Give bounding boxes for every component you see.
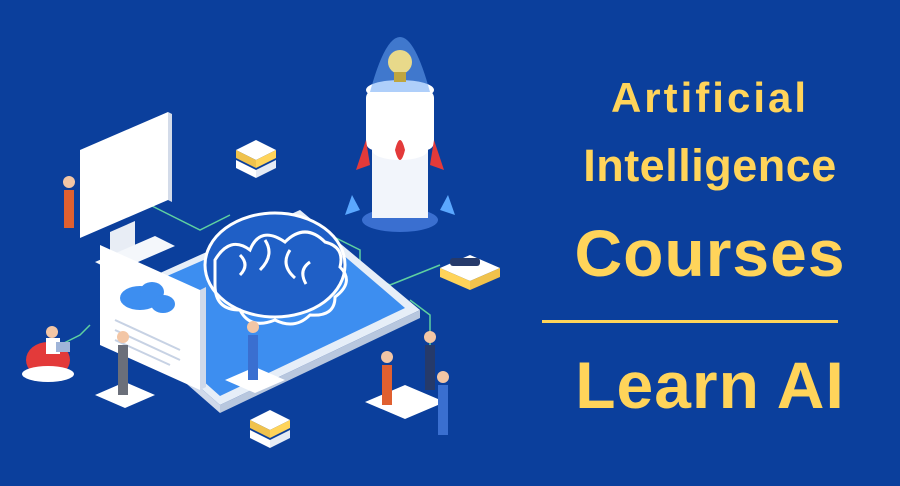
ai-courses-banner: Artificial Intelligence Courses Learn AI bbox=[0, 0, 900, 486]
headline-line-1: Artificial bbox=[610, 74, 810, 121]
rocket-icon bbox=[345, 37, 455, 232]
floating-tile-right bbox=[440, 255, 500, 290]
headline-line-3: Courses bbox=[574, 216, 846, 290]
isometric-ai-illustration bbox=[22, 37, 500, 448]
server-stack-icon bbox=[236, 140, 276, 178]
headline-line-2: Intelligence bbox=[583, 140, 837, 191]
headline-line-4: Learn AI bbox=[575, 348, 845, 422]
monitor-icon bbox=[80, 112, 175, 272]
server-stack-icon bbox=[250, 410, 290, 448]
headline-block: Artificial Intelligence Courses Learn AI bbox=[520, 0, 900, 486]
divider bbox=[542, 320, 838, 323]
